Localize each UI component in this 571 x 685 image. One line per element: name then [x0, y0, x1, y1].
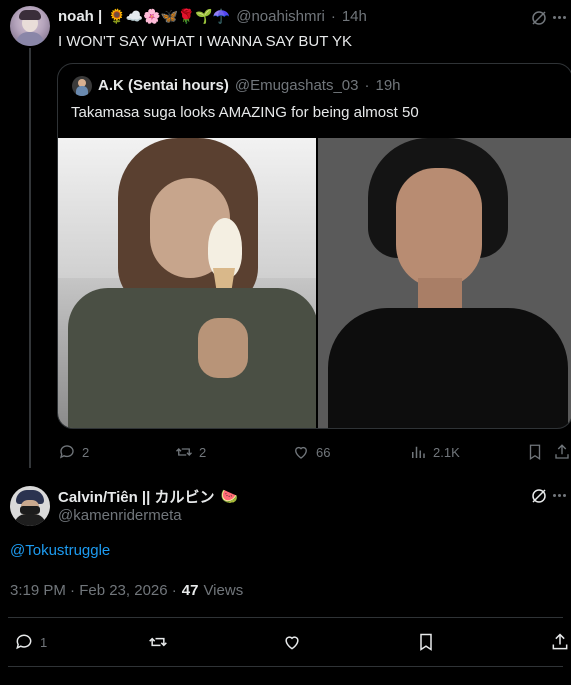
quoted-author-handle[interactable]: @Emugashats_03: [235, 77, 359, 94]
share-icon[interactable]: [550, 632, 570, 652]
avatar[interactable]: [10, 6, 50, 46]
divider: [8, 666, 563, 667]
quoted-photo-left[interactable]: [58, 138, 316, 428]
author-name[interactable]: noah |: [58, 8, 102, 25]
repost-count: 2: [199, 444, 207, 460]
separator-dot: ·: [330, 8, 336, 25]
tweet-text: I WON'T SAY WHAT I WANNA SAY BUT YK: [58, 33, 353, 50]
tweet-timestamp[interactable]: 3:19 PM · Feb 23, 2026 ·: [10, 582, 177, 599]
reply-button[interactable]: 2: [58, 443, 89, 461]
views-button[interactable]: 2.1K: [409, 443, 460, 461]
quoted-avatar[interactable]: [72, 76, 92, 96]
bookmark-icon[interactable]: [526, 443, 544, 461]
mention-link[interactable]: @Tokustruggle: [10, 542, 110, 559]
views-count: 2.1K: [433, 444, 460, 460]
author-handle[interactable]: @kamenridermeta: [58, 507, 182, 524]
divider: [8, 617, 563, 618]
author-name[interactable]: Calvin/Tiên || カルビン: [58, 486, 214, 507]
quoted-time[interactable]: 19h: [375, 77, 400, 94]
grok-icon[interactable]: [530, 9, 548, 27]
bookmark-icon[interactable]: [416, 632, 436, 652]
quoted-photo-right[interactable]: [318, 138, 571, 428]
reply-button[interactable]: 1: [14, 632, 47, 652]
thread-line: [29, 48, 31, 468]
grok-icon[interactable]: [530, 487, 548, 505]
reply-count: 1: [40, 634, 48, 650]
like-count: 66: [316, 444, 331, 460]
author-handle[interactable]: @noahishmri: [236, 8, 325, 25]
author-emojis: 🌻☁️🌸🦋🌹🌱☂️: [108, 8, 231, 24]
like-button[interactable]: 66: [292, 443, 330, 461]
author-emoji: 🍉: [220, 488, 238, 504]
avatar[interactable]: [10, 486, 50, 526]
share-icon[interactable]: [553, 443, 571, 461]
separator-dot: ·: [364, 77, 370, 94]
tweet-time[interactable]: 14h: [342, 8, 367, 25]
quoted-author-name[interactable]: A.K (Sentai hours): [98, 77, 229, 94]
views-count: 47: [181, 582, 199, 599]
quoted-text: Takamasa suga looks AMAZING for being al…: [71, 104, 419, 121]
more-icon[interactable]: [553, 16, 566, 19]
repost-button[interactable]: 2: [175, 443, 206, 461]
views-label: Views: [203, 582, 244, 599]
like-button[interactable]: [282, 632, 302, 652]
quoted-tweet-card[interactable]: A.K (Sentai hours) @Emugashats_03 · 19h …: [57, 63, 571, 429]
reply-count: 2: [82, 444, 90, 460]
repost-button[interactable]: [148, 632, 168, 652]
more-icon[interactable]: [553, 494, 566, 497]
